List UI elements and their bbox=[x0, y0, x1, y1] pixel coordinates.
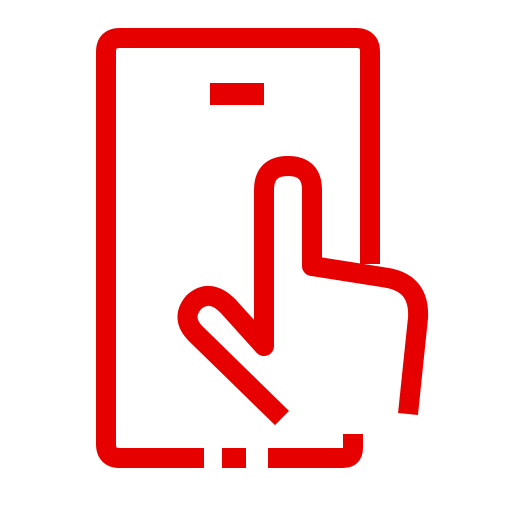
icon-canvas bbox=[0, 0, 512, 512]
tap-on-phone-icon bbox=[96, 28, 429, 468]
pointing-hand-icon bbox=[177, 156, 429, 426]
